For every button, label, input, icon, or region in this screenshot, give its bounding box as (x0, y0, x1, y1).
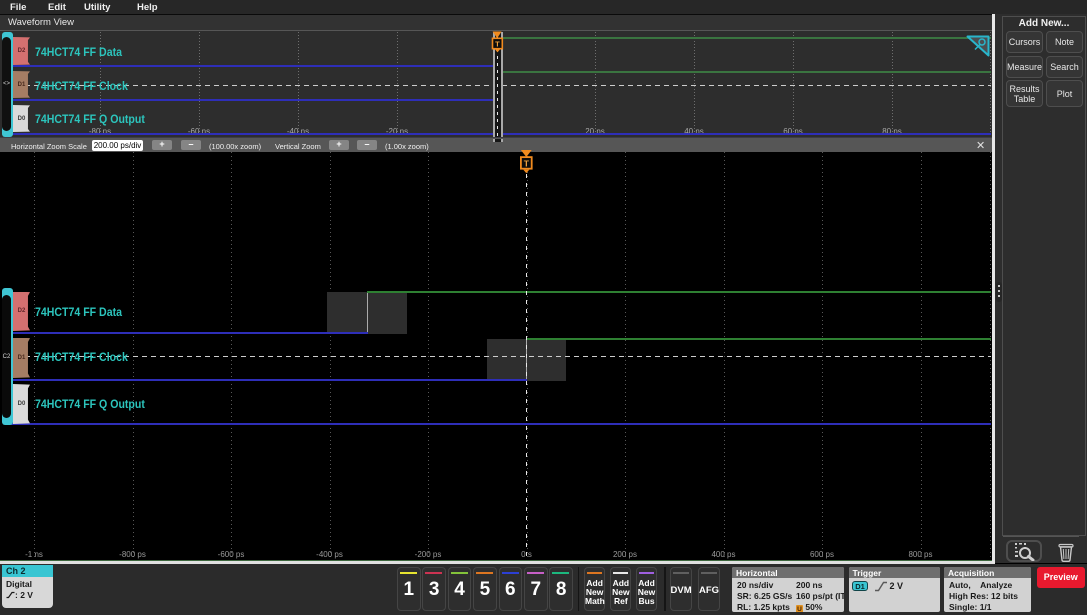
svg-text:T: T (524, 158, 530, 168)
svg-text:T: T (495, 40, 500, 49)
